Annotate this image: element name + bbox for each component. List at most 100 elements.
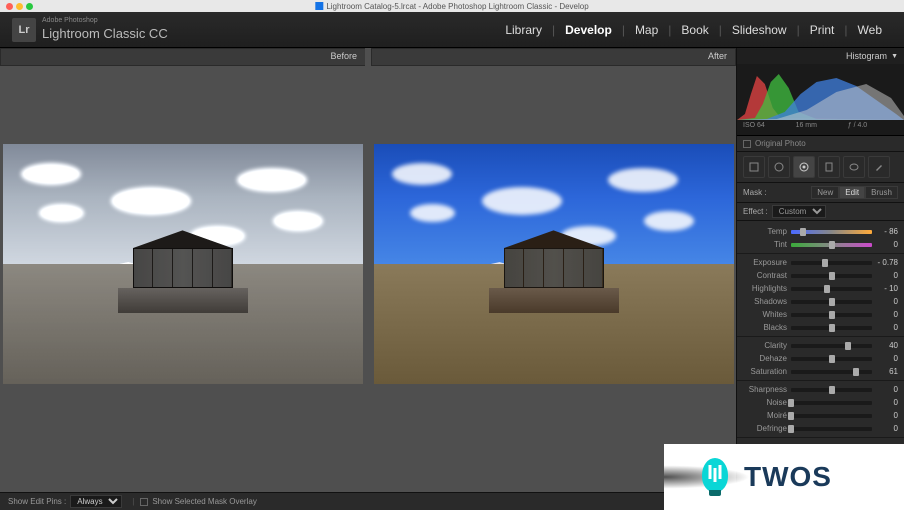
- slider-saturation[interactable]: Saturation61: [737, 365, 904, 378]
- module-web[interactable]: Web: [848, 23, 892, 37]
- before-label: Before: [0, 48, 365, 66]
- slider-track[interactable]: [791, 261, 872, 265]
- slider-track[interactable]: [791, 427, 872, 431]
- slider-thumb[interactable]: [800, 228, 806, 236]
- after-photo[interactable]: [374, 144, 734, 384]
- window-minimize-button[interactable]: [16, 3, 23, 10]
- slider-thumb[interactable]: [829, 355, 835, 363]
- checkbox-icon[interactable]: [743, 140, 751, 148]
- slider-exposure[interactable]: Exposure- 0.78: [737, 256, 904, 269]
- module-map[interactable]: Map: [625, 23, 668, 37]
- slider-thumb[interactable]: [829, 324, 835, 332]
- before-pane: Before: [0, 48, 365, 492]
- slider-track[interactable]: [791, 230, 872, 234]
- mask-tab-brush[interactable]: Brush: [865, 186, 898, 199]
- slider-value: - 86: [872, 227, 898, 236]
- slider-thumb[interactable]: [829, 386, 835, 394]
- slider-label: Dehaze: [743, 354, 791, 363]
- histogram-focal: 16 mm: [796, 122, 817, 129]
- slider-noise[interactable]: Noise0: [737, 396, 904, 409]
- slider-temp[interactable]: Temp- 86: [737, 225, 904, 238]
- slider-dehaze[interactable]: Dehaze0: [737, 352, 904, 365]
- mask-tab-edit[interactable]: Edit: [839, 186, 865, 199]
- histogram-header[interactable]: Histogram ▼: [737, 48, 904, 64]
- lightbulb-icon: [694, 456, 736, 498]
- mask-label: Mask :: [743, 188, 767, 197]
- app-brand: Adobe Photoshop Lightroom Classic CC: [42, 17, 168, 42]
- slider-tint[interactable]: Tint0: [737, 238, 904, 251]
- slider-track[interactable]: [791, 274, 872, 278]
- twos-watermark: TWOS: [664, 444, 904, 510]
- slider-track[interactable]: [791, 300, 872, 304]
- slider-label: Noise: [743, 398, 791, 407]
- slider-track[interactable]: [791, 370, 872, 374]
- spot-removal-tool[interactable]: [768, 156, 790, 178]
- crop-tool[interactable]: [743, 156, 765, 178]
- effect-dropdown[interactable]: Custom: [772, 205, 826, 218]
- module-book[interactable]: Book: [671, 23, 718, 37]
- slider-label: Shadows: [743, 297, 791, 306]
- slider-label: Highlights: [743, 284, 791, 293]
- slider-clarity[interactable]: Clarity40: [737, 339, 904, 352]
- after-pane: After: [371, 48, 736, 492]
- slider-track[interactable]: [791, 344, 872, 348]
- right-panel: Histogram ▼ ISO 64 16 mm ƒ / 4.0 Origina…: [736, 48, 904, 492]
- window-zoom-button[interactable]: [26, 3, 33, 10]
- slider-shadows[interactable]: Shadows 0: [737, 295, 904, 308]
- mask-tab-new[interactable]: New: [811, 186, 839, 199]
- slider-value: 0: [872, 297, 898, 306]
- radial-filter-tool[interactable]: [843, 156, 865, 178]
- slider-track[interactable]: [791, 326, 872, 330]
- slider-moiré[interactable]: Moiré0: [737, 409, 904, 422]
- slider-defringe[interactable]: Defringe0: [737, 422, 904, 435]
- slider-label: Saturation: [743, 367, 791, 376]
- brand-big-text: Lightroom Classic CC: [42, 26, 168, 41]
- slider-thumb[interactable]: [853, 368, 859, 376]
- slider-track[interactable]: [791, 243, 872, 247]
- slider-highlights[interactable]: Highlights - 10: [737, 282, 904, 295]
- slider-track[interactable]: [791, 287, 872, 291]
- slider-label: Defringe: [743, 424, 791, 433]
- slider-whites[interactable]: Whites0: [737, 308, 904, 321]
- show-edit-pins-label: Show Edit Pins :: [8, 497, 66, 506]
- slider-label: Contrast: [743, 271, 791, 280]
- redeye-tool[interactable]: [793, 156, 815, 178]
- brand-small-text: Adobe Photoshop: [42, 17, 168, 25]
- slider-thumb[interactable]: [788, 399, 794, 407]
- slider-thumb[interactable]: [829, 241, 835, 249]
- slider-thumb[interactable]: [788, 412, 794, 420]
- app-header: Lr Adobe Photoshop Lightroom Classic CC …: [0, 12, 904, 48]
- slider-value: - 10: [872, 284, 898, 293]
- module-library[interactable]: Library: [495, 23, 552, 37]
- graduated-filter-tool[interactable]: [818, 156, 840, 178]
- show-edit-pins-dropdown[interactable]: Always: [70, 495, 122, 508]
- slider-track[interactable]: [791, 414, 872, 418]
- before-photo[interactable]: [3, 144, 363, 384]
- slider-thumb[interactable]: [845, 342, 851, 350]
- slider-thumb[interactable]: [829, 311, 835, 319]
- original-photo-toggle[interactable]: Original Photo: [737, 136, 904, 152]
- window-close-button[interactable]: [6, 3, 13, 10]
- slider-thumb[interactable]: [829, 272, 835, 280]
- histogram-display[interactable]: ISO 64 16 mm ƒ / 4.0: [737, 64, 904, 136]
- adjustment-brush-tool[interactable]: [868, 156, 890, 178]
- histogram-title: Histogram: [846, 51, 887, 61]
- module-develop[interactable]: Develop: [555, 23, 622, 37]
- slider-contrast[interactable]: Contrast0: [737, 269, 904, 282]
- overlay-checkbox[interactable]: [140, 498, 148, 506]
- slider-sharpness[interactable]: Sharpness0: [737, 383, 904, 396]
- slider-thumb[interactable]: [822, 259, 828, 267]
- slider-blacks[interactable]: Blacks0: [737, 321, 904, 334]
- slider-thumb[interactable]: [824, 285, 830, 293]
- slider-value: 0: [872, 385, 898, 394]
- slider-track[interactable]: [791, 401, 872, 405]
- module-slideshow[interactable]: Slideshow: [722, 23, 797, 37]
- slider-track[interactable]: [791, 388, 872, 392]
- slider-track[interactable]: [791, 313, 872, 317]
- slider-thumb[interactable]: [829, 298, 835, 306]
- module-print[interactable]: Print: [800, 23, 845, 37]
- slider-thumb[interactable]: [788, 425, 794, 433]
- slider-track[interactable]: [791, 357, 872, 361]
- bottom-bar: Show Edit Pins : Always | Show Selected …: [0, 492, 736, 510]
- macos-titlebar: Lightroom Catalog-5.lrcat - Adobe Photos…: [0, 0, 904, 12]
